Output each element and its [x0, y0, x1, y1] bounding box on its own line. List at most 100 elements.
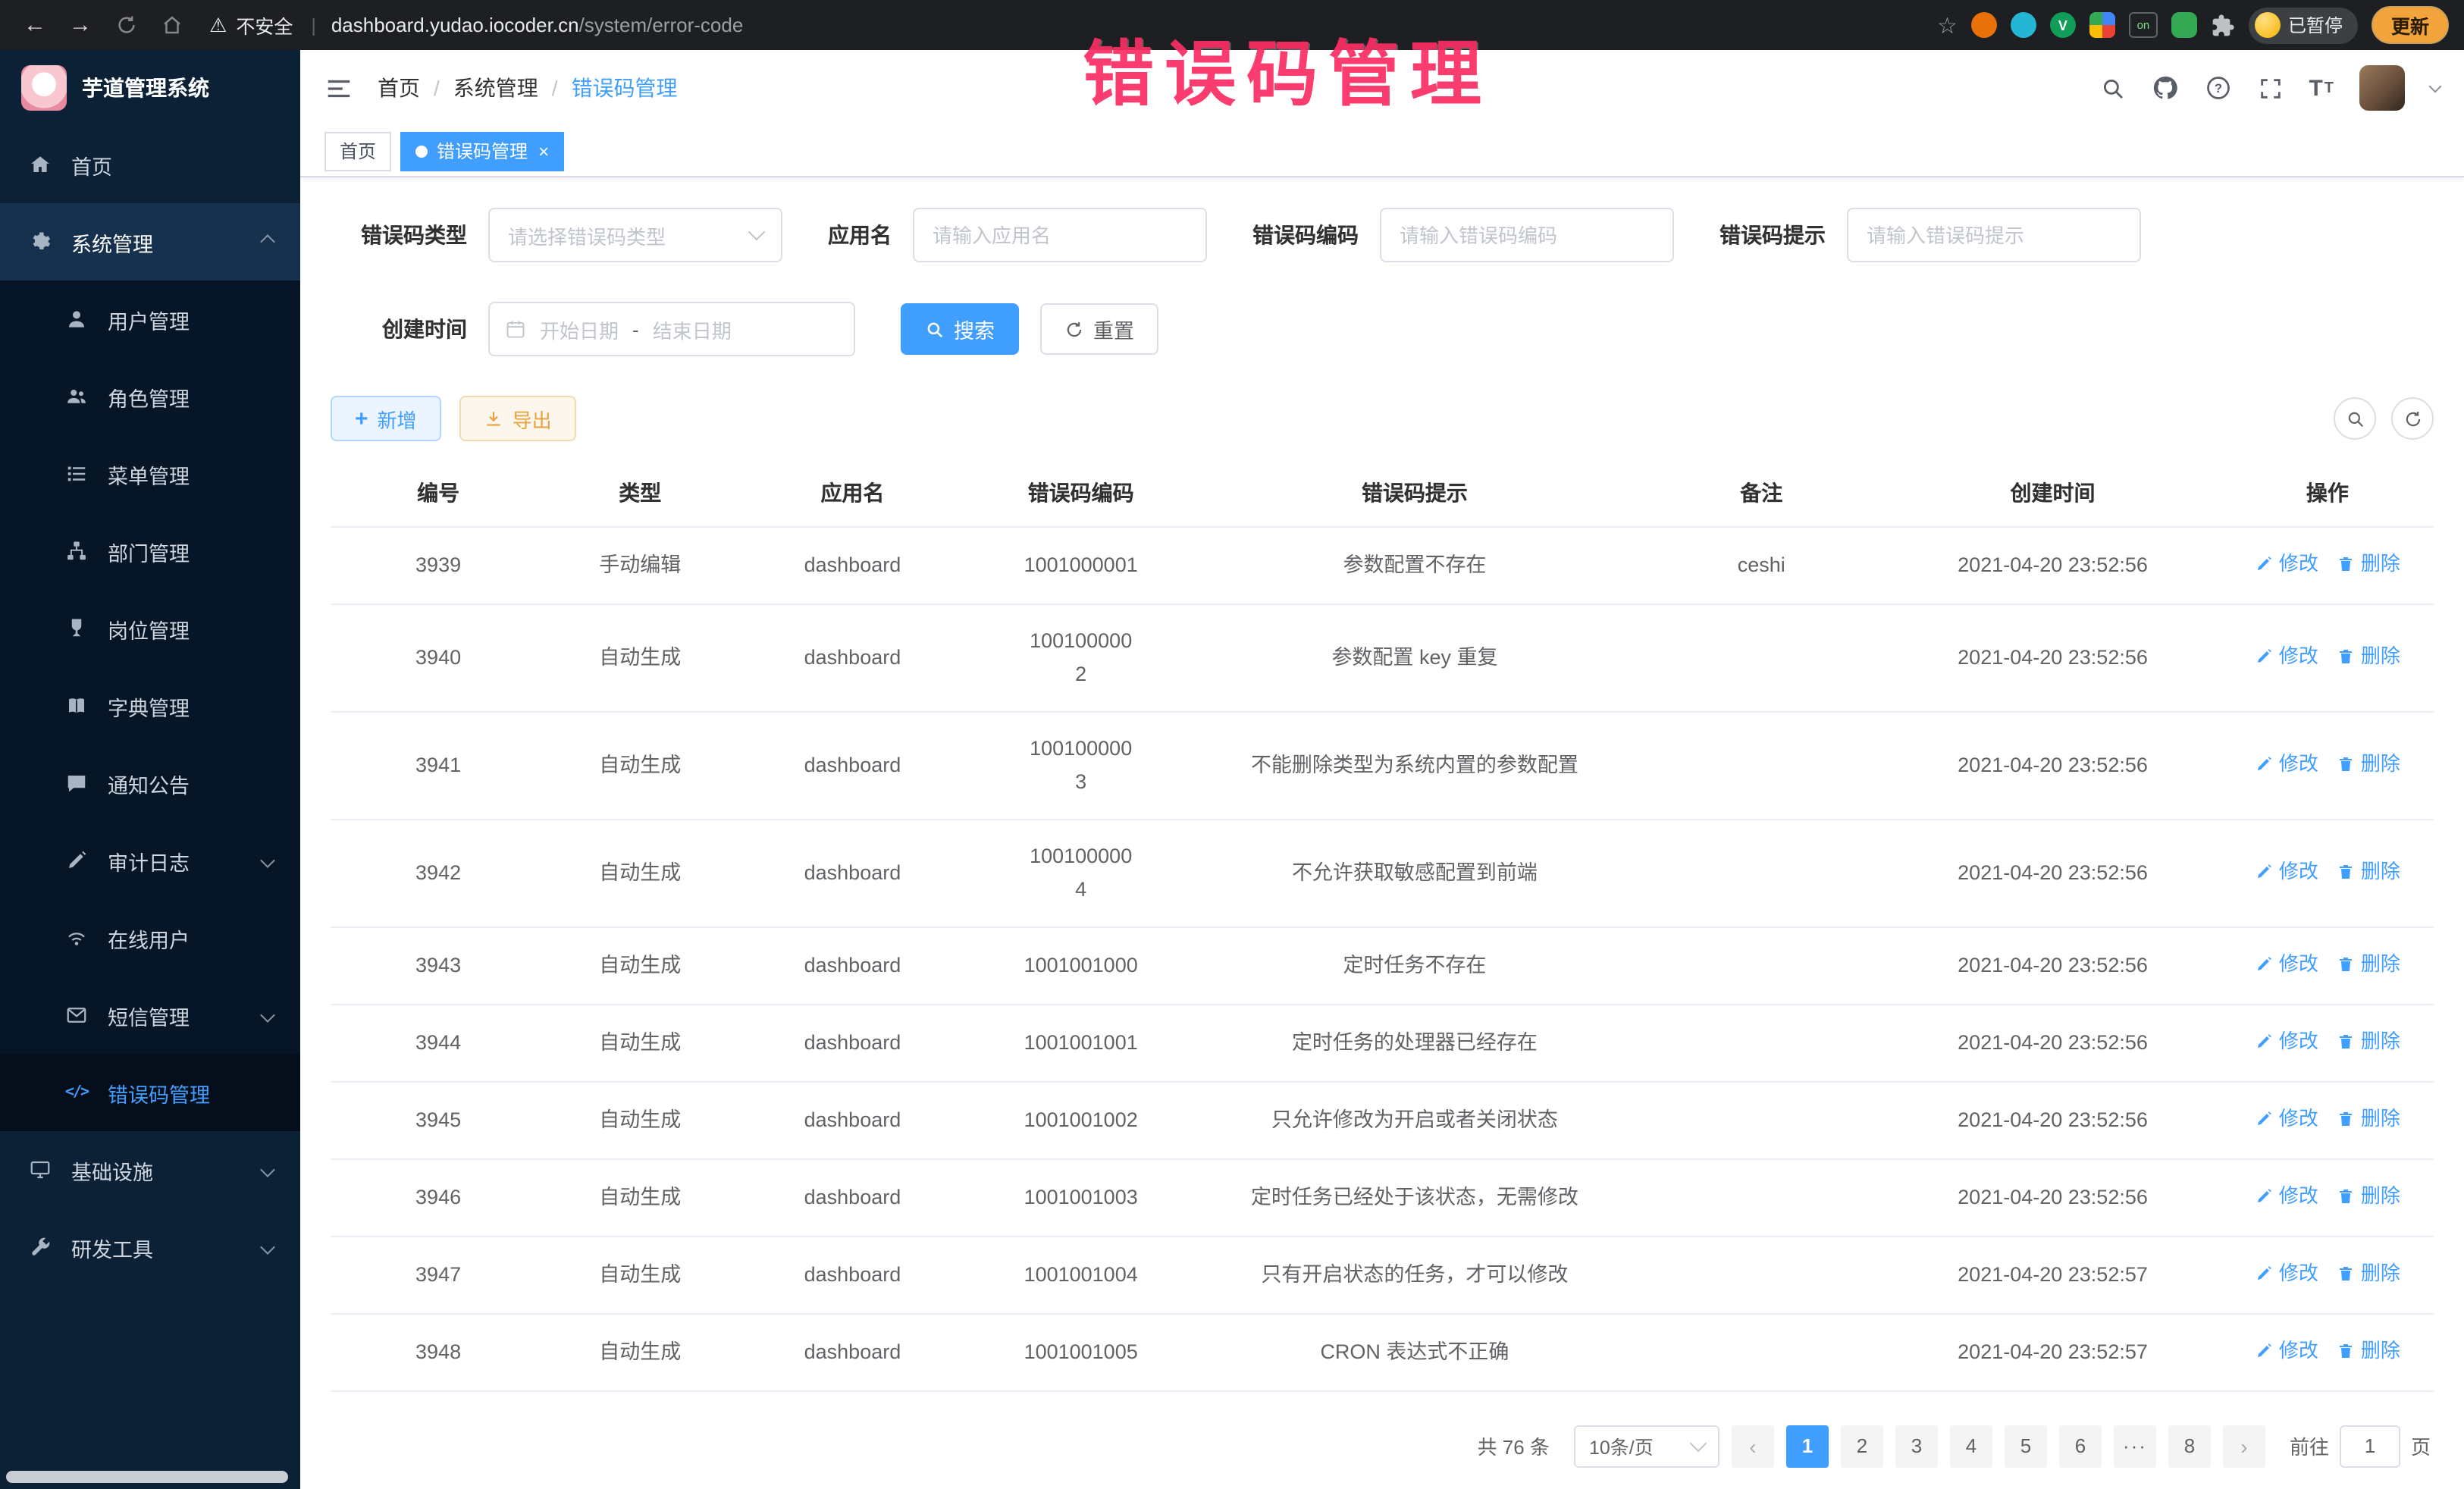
extension-icon-leaf[interactable] [2171, 12, 2197, 38]
sidebar-item-system[interactable]: 系统管理 [0, 203, 300, 281]
pager-page-5[interactable]: 5 [2005, 1425, 2047, 1467]
extension-icon-red[interactable] [1971, 12, 1997, 38]
user-avatar[interactable] [2359, 65, 2405, 111]
export-button[interactable]: 导出 [459, 396, 576, 441]
breadcrumb-system[interactable]: 系统管理 [453, 73, 538, 103]
extension-icon-green[interactable]: V [2050, 12, 2076, 38]
cell-code: 1001001002 [971, 1081, 1191, 1158]
refresh-icon[interactable] [2391, 397, 2434, 440]
sidebar-item-menus[interactable]: 菜单管理 [0, 435, 300, 513]
edit-link[interactable]: 修改 [2255, 1334, 2318, 1367]
paused-profile-badge[interactable]: 已暂停 [2249, 7, 2358, 43]
delete-link[interactable]: 删除 [2337, 947, 2400, 980]
active-dot-icon [415, 145, 428, 157]
delete-link[interactable]: 删除 [2337, 1179, 2400, 1212]
sidebar-scrollbar[interactable] [6, 1471, 288, 1483]
edit-link[interactable]: 修改 [2255, 1024, 2318, 1058]
delete-link[interactable]: 删除 [2337, 1102, 2400, 1135]
search-button[interactable]: 搜索 [901, 303, 1019, 355]
column-header-time: 创建时间 [1884, 459, 2221, 526]
extensions-puzzle-icon[interactable] [2211, 13, 2235, 37]
help-icon[interactable]: ? [2204, 74, 2231, 102]
delete-link[interactable]: 删除 [2337, 1334, 2400, 1367]
sidebar-item-home[interactable]: 首页 [0, 126, 300, 203]
github-icon[interactable] [2151, 74, 2178, 102]
page-size-select[interactable]: 10条/页 [1574, 1425, 1719, 1467]
browser-home-icon[interactable] [152, 5, 191, 45]
cell-app: dashboard [734, 1158, 970, 1236]
delete-link[interactable]: 删除 [2337, 1256, 2400, 1290]
edit-link[interactable]: 修改 [2255, 1179, 2318, 1212]
delete-link[interactable]: 删除 [2337, 747, 2400, 780]
tag-home[interactable]: 首页 [324, 131, 391, 171]
next-page-button[interactable]: › [2223, 1425, 2265, 1467]
cell-type: 自动生成 [546, 1313, 734, 1390]
pager-page-3[interactable]: 3 [1895, 1425, 1938, 1467]
browser-update-button[interactable]: 更新 [2372, 6, 2449, 44]
delete-link[interactable]: 删除 [2337, 639, 2400, 672]
reset-button[interactable]: 重置 [1040, 303, 1158, 355]
toggle-search-icon[interactable] [2334, 397, 2376, 440]
browser-forward-icon[interactable]: → [61, 5, 100, 45]
sidebar-item-sms[interactable]: 短信管理 [0, 976, 300, 1054]
fullscreen-icon[interactable] [2257, 75, 2283, 101]
error-code-input[interactable] [1380, 208, 1674, 262]
edit-link[interactable]: 修改 [2255, 947, 2318, 980]
pager-page-2[interactable]: 2 [1841, 1425, 1883, 1467]
date-range-picker[interactable]: 开始日期 - 结束日期 [488, 302, 855, 356]
pager-page-6[interactable]: 6 [2059, 1425, 2102, 1467]
edit-link[interactable]: 修改 [2255, 1102, 2318, 1135]
delete-link[interactable]: 删除 [2337, 854, 2400, 888]
sidebar-item-infrastructure[interactable]: 基础设施 [0, 1131, 300, 1208]
app-name-input[interactable] [913, 208, 1207, 262]
sidebar-item-dev-tools[interactable]: 研发工具 [0, 1208, 300, 1286]
cell-remark [1638, 1081, 1884, 1158]
avatar-caret-icon[interactable] [2429, 80, 2442, 92]
prev-page-button[interactable]: ‹ [1732, 1425, 1774, 1467]
pager-page-8[interactable]: 8 [2168, 1425, 2211, 1467]
pager-ellipsis[interactable]: ··· [2114, 1425, 2156, 1467]
sidebar-item-error-code[interactable]: </> 错误码管理 [0, 1054, 300, 1131]
sidebar-item-users[interactable]: 用户管理 [0, 281, 300, 358]
error-type-select[interactable]: 请选择错误码类型 [488, 208, 782, 262]
edit-link[interactable]: 修改 [2255, 747, 2318, 780]
app-shell: 芋道管理系统 首页 系统管理 用户管理 [0, 50, 2464, 1489]
sidebar-item-roles[interactable]: 角色管理 [0, 358, 300, 435]
close-icon[interactable]: × [538, 140, 549, 161]
header-search-icon[interactable] [2099, 75, 2125, 101]
sidebar-item-dict[interactable]: 字典管理 [0, 667, 300, 744]
browser-back-icon[interactable]: ← [15, 5, 55, 45]
breadcrumb-home[interactable]: 首页 [378, 73, 420, 103]
extension-icon-on[interactable]: on [2129, 12, 2158, 38]
sidebar-item-online-users[interactable]: 在线用户 [0, 899, 300, 976]
goto-page-input[interactable] [2340, 1425, 2400, 1467]
sidebar-item-label: 在线用户 [108, 923, 190, 953]
app-logo[interactable]: 芋道管理系统 [0, 50, 300, 126]
add-button[interactable]: + 新增 [331, 396, 441, 441]
browser-reload-icon[interactable] [106, 5, 146, 45]
font-size-icon[interactable]: TT [2309, 75, 2334, 101]
tag-error-code[interactable]: 错误码管理 × [400, 131, 564, 171]
edit-link[interactable]: 修改 [2255, 1256, 2318, 1290]
edit-link[interactable]: 修改 [2255, 547, 2318, 580]
pager-page-4[interactable]: 4 [1950, 1425, 1992, 1467]
delete-link[interactable]: 删除 [2337, 1024, 2400, 1058]
security-indicator[interactable]: ⚠ 不安全 | [209, 11, 325, 39]
extension-icon-grid[interactable] [2089, 12, 2115, 38]
cell-remark [1638, 1236, 1884, 1313]
edit-link[interactable]: 修改 [2255, 639, 2318, 672]
address-bar[interactable]: dashboard.yudao.iocoder.cn/system/error-… [331, 14, 743, 36]
extension-icon-teal[interactable] [2011, 12, 2036, 38]
sidebar-item-posts[interactable]: 岗位管理 [0, 590, 300, 667]
sidebar-item-audit-log[interactable]: 审计日志 [0, 822, 300, 899]
page-size-value: 10条/页 [1589, 1431, 1683, 1460]
paused-label: 已暂停 [2288, 12, 2343, 38]
delete-link[interactable]: 删除 [2337, 547, 2400, 580]
sidebar-item-notice[interactable]: 通知公告 [0, 744, 300, 822]
pager-page-1[interactable]: 1 [1786, 1425, 1829, 1467]
bookmark-star-icon[interactable]: ☆ [1937, 11, 1958, 39]
sidebar-item-departments[interactable]: 部门管理 [0, 513, 300, 590]
hamburger-icon[interactable] [324, 74, 353, 102]
error-hint-input[interactable] [1847, 208, 2141, 262]
edit-link[interactable]: 修改 [2255, 854, 2318, 888]
